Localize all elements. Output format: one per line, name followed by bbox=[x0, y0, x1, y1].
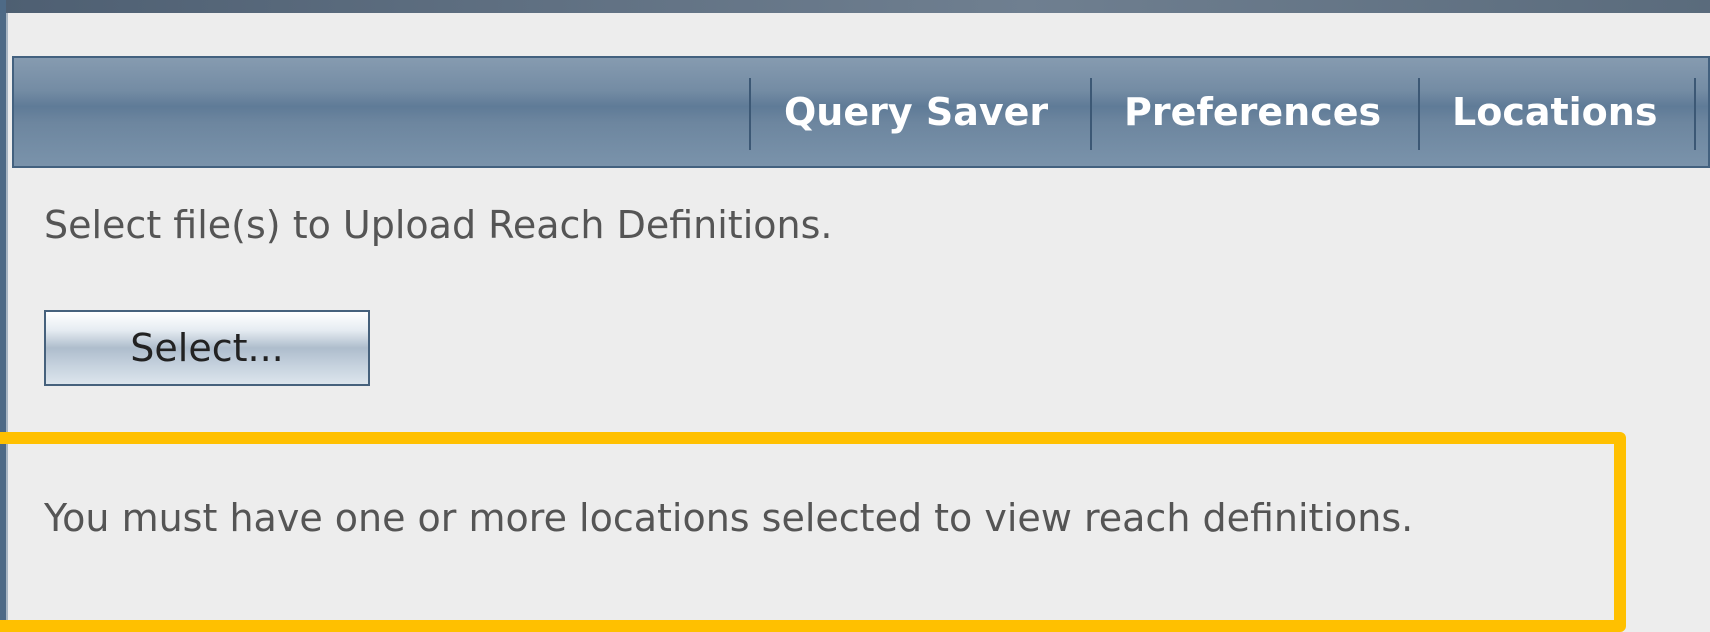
window-top-strip bbox=[0, 0, 1710, 13]
upload-instruction-text: Select file(s) to Upload Reach Definitio… bbox=[44, 203, 833, 247]
nav-separator bbox=[1090, 78, 1092, 150]
nav-separator bbox=[749, 78, 751, 150]
no-locations-message: You must have one or more locations sele… bbox=[44, 496, 1414, 540]
select-files-button[interactable]: Select... bbox=[44, 310, 370, 386]
nav-separator bbox=[1694, 78, 1696, 150]
nav-separator bbox=[1418, 78, 1420, 150]
nav-item-locations[interactable]: Locations bbox=[1452, 58, 1657, 166]
nav-item-query-saver[interactable]: Query Saver bbox=[784, 58, 1048, 166]
nav-item-preferences[interactable]: Preferences bbox=[1124, 58, 1381, 166]
top-nav-bar: Query Saver Preferences Locations bbox=[12, 56, 1710, 168]
